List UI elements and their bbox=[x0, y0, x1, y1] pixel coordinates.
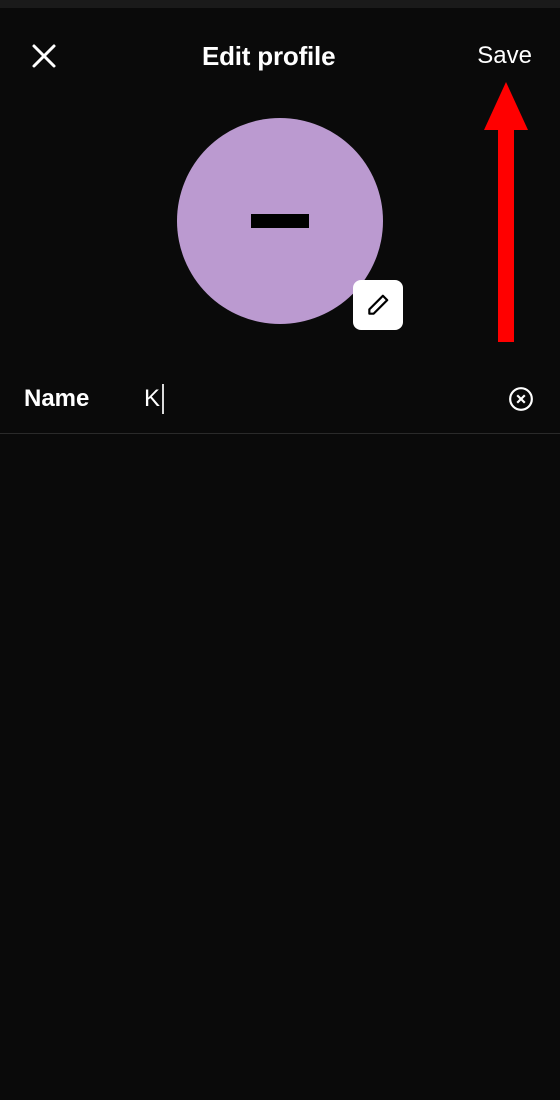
save-button[interactable]: Save bbox=[473, 36, 536, 76]
status-bar-spacer bbox=[0, 0, 560, 8]
clear-icon bbox=[508, 386, 534, 412]
name-input-wrapper bbox=[144, 385, 506, 413]
avatar-wrapper bbox=[177, 118, 383, 324]
pencil-icon bbox=[365, 292, 391, 318]
text-caret bbox=[162, 384, 164, 414]
name-input[interactable] bbox=[144, 385, 506, 413]
header: Edit profile Save bbox=[0, 8, 560, 96]
dash-icon bbox=[251, 214, 309, 228]
close-button[interactable] bbox=[24, 36, 64, 76]
name-label: Name bbox=[24, 385, 144, 413]
avatar-section bbox=[0, 96, 560, 364]
name-field-row: Name bbox=[0, 364, 560, 434]
page-title: Edit profile bbox=[202, 41, 335, 72]
close-icon bbox=[29, 41, 59, 71]
edit-avatar-button[interactable] bbox=[353, 280, 403, 330]
clear-name-button[interactable] bbox=[506, 384, 536, 414]
